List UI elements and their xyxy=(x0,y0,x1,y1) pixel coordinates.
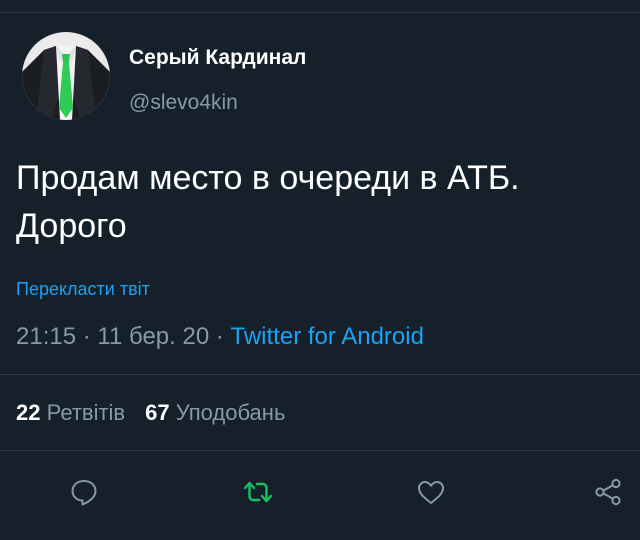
tweet-text: Продам место в очереди в АТБ. Дорого xyxy=(16,154,616,250)
author-handle[interactable]: @slevo4kin xyxy=(129,91,238,115)
share-button[interactable] xyxy=(590,474,626,510)
meta-separator: · xyxy=(76,323,98,350)
retweet-label: Ретвітів xyxy=(46,400,126,425)
author-display-name[interactable]: Серый Кардинал xyxy=(129,46,306,70)
retweet-button[interactable] xyxy=(240,474,276,510)
top-divider xyxy=(0,12,640,13)
translate-tweet-link[interactable]: Перекласти твіт xyxy=(16,279,150,300)
tweet-text-line: Продам место в очереди в АТБ. xyxy=(16,159,520,197)
retweets-stat[interactable]: 22 Ретвітів xyxy=(16,400,125,425)
like-label: Уподобань xyxy=(175,400,286,425)
avatar-image xyxy=(22,46,110,120)
likes-stat[interactable]: 67 Уподобань xyxy=(145,400,285,425)
like-button[interactable] xyxy=(413,474,449,510)
tweet-text-line: Дорого xyxy=(16,207,127,245)
tweet-meta: 21:15 · 11 бер. 20 · Twitter for Android xyxy=(16,323,424,351)
retweet-arrows-icon xyxy=(243,481,273,503)
engagement-stats: 22 Ретвітів 67 Уподобань xyxy=(16,400,285,426)
avatar[interactable] xyxy=(22,32,110,120)
tweet-source-link[interactable]: Twitter for Android xyxy=(231,323,424,350)
heart-icon xyxy=(418,481,444,504)
divider xyxy=(0,450,640,451)
reply-button[interactable] xyxy=(66,474,102,510)
tweet-time: 21:15 xyxy=(16,323,77,350)
meta-separator: · xyxy=(209,323,231,350)
tweet-date: 11 бер. 20 xyxy=(97,323,210,350)
retweet-count: 22 xyxy=(16,400,41,425)
speech-bubble-icon xyxy=(71,480,97,506)
share-nodes-icon xyxy=(595,478,621,506)
divider xyxy=(0,374,640,375)
like-count: 67 xyxy=(145,400,170,425)
